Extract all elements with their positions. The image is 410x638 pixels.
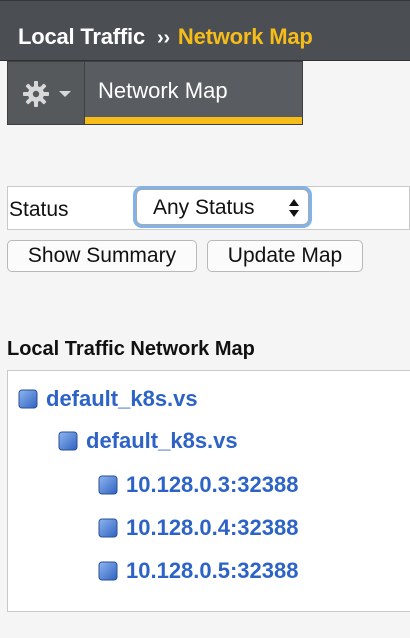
- tree-node-label: 10.128.0.3:32388: [126, 472, 299, 497]
- network-map-tree: default_k8s.vs default_k8s.vs 10.128.0.3…: [7, 370, 410, 612]
- status-filter-row: Status Any Status: [7, 186, 410, 230]
- update-map-button[interactable]: Update Map: [207, 240, 363, 272]
- virtual-server-icon: [18, 389, 38, 409]
- tree-node-label: 10.128.0.5:32388: [126, 558, 299, 583]
- tab-network-map-label: Network Map: [98, 78, 228, 103]
- tree-node-label: default_k8s.vs: [86, 428, 238, 453]
- breadcrumb-current: Network Map: [177, 24, 313, 49]
- tree-node-label: 10.128.0.4:32388: [126, 515, 299, 540]
- page: Local Traffic ›› Network Map Network Map…: [0, 0, 410, 638]
- breadcrumb-separator: ››: [157, 27, 170, 49]
- breadcrumb-section[interactable]: Local Traffic: [18, 24, 145, 49]
- select-arrows-icon: [289, 199, 299, 217]
- pool-member-icon: [98, 475, 118, 495]
- chevron-down-icon: [59, 91, 71, 97]
- status-label: Status: [9, 198, 69, 221]
- breadcrumb: Local Traffic ›› Network Map: [18, 24, 313, 50]
- tab-network-map[interactable]: Network Map: [84, 61, 303, 125]
- show-summary-button[interactable]: Show Summary: [7, 240, 197, 272]
- status-select-value: Any Status: [153, 196, 255, 219]
- tree-node-label: default_k8s.vs: [46, 386, 198, 411]
- tab-bar: Network Map: [0, 61, 410, 125]
- gear-icon: [23, 81, 49, 107]
- pool-member-icon: [98, 518, 118, 538]
- page-header: Local Traffic ›› Network Map: [0, 0, 410, 61]
- gear-menu-button[interactable]: [7, 61, 85, 125]
- pool-icon: [58, 431, 78, 451]
- status-select[interactable]: Any Status: [136, 189, 309, 225]
- active-tab-indicator: [85, 117, 302, 124]
- pool-member-icon: [98, 561, 118, 581]
- network-map-title: Local Traffic Network Map: [7, 338, 255, 360]
